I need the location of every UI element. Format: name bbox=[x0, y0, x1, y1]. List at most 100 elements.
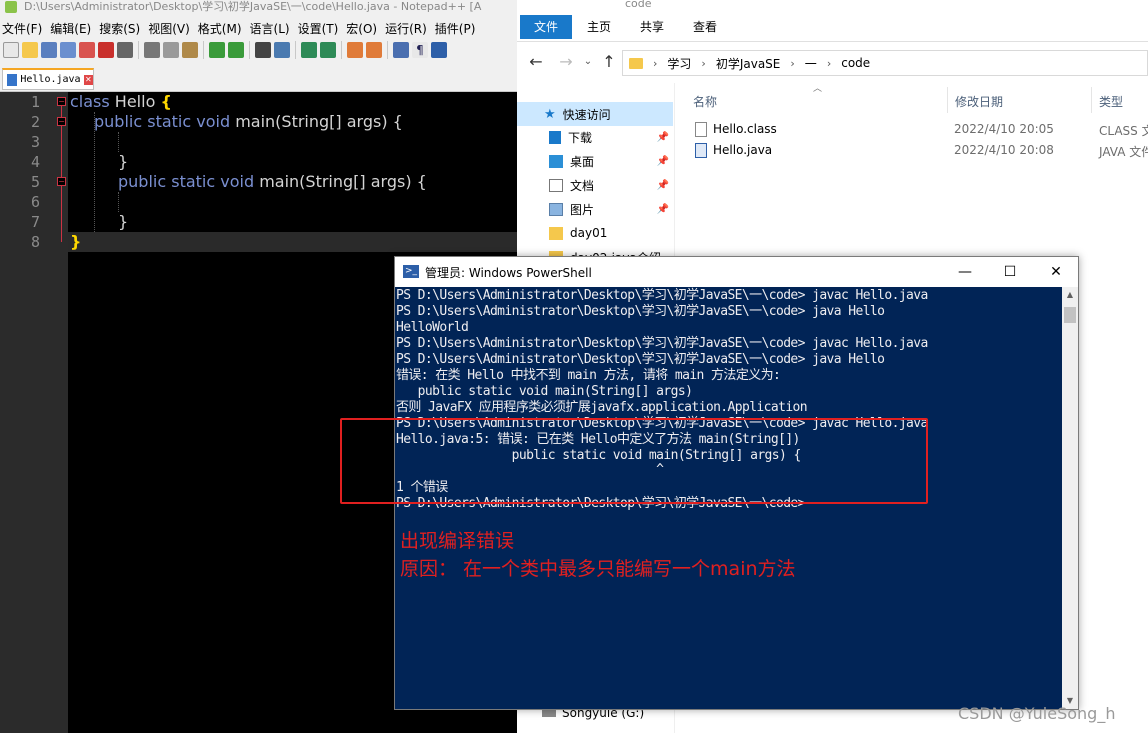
zoom-in-icon[interactable] bbox=[301, 42, 317, 58]
recent-dropdown-icon[interactable]: ⌄ bbox=[579, 52, 597, 72]
annotation-compile-error: 出现编译错误 bbox=[400, 530, 515, 552]
save-icon[interactable] bbox=[41, 42, 57, 58]
indent-guide bbox=[118, 192, 119, 212]
ribbon-tab-home[interactable]: 主页 bbox=[587, 15, 611, 39]
menu-edit[interactable]: 编辑(E) bbox=[48, 20, 97, 37]
close-button[interactable]: ✕ bbox=[1033, 260, 1079, 284]
breadcrumb-item[interactable]: 一 bbox=[805, 55, 817, 72]
show-all-chars-icon[interactable]: ¶ bbox=[412, 42, 428, 58]
ribbon-tab-share[interactable]: 共享 bbox=[640, 15, 664, 39]
close-all-icon[interactable] bbox=[98, 42, 114, 58]
tab-hello-java[interactable]: Hello.java ✕ bbox=[2, 68, 94, 90]
fold-marker-icon[interactable]: − bbox=[57, 97, 66, 106]
zoom-out-icon[interactable] bbox=[320, 42, 336, 58]
explorer-title-bar: code bbox=[517, 0, 1148, 12]
powershell-title-bar[interactable]: >_ 管理员: Windows PowerShell — ☐ ✕ bbox=[395, 257, 1078, 287]
powershell-icon: >_ bbox=[403, 265, 419, 278]
nav-item-documents[interactable]: 文档 📌 bbox=[549, 174, 673, 196]
open-folder-icon[interactable] bbox=[22, 42, 38, 58]
code-line-5: public static void main(String[] args) { bbox=[118, 172, 427, 192]
nav-item-label: 文档 bbox=[570, 178, 595, 193]
chevron-right-icon: › bbox=[701, 56, 706, 70]
console-line: PS D:\Users\Administrator\Desktop\学习\初学J… bbox=[396, 288, 928, 303]
breadcrumb-item[interactable]: 学习 bbox=[667, 55, 691, 72]
nav-item-day01[interactable]: day01 bbox=[549, 222, 673, 244]
menu-run[interactable]: 运行(R) bbox=[383, 20, 433, 37]
menu-settings[interactable]: 设置(T) bbox=[296, 20, 345, 37]
line-number: 3 bbox=[30, 133, 40, 151]
watermark: CSDN @YuleSong_h bbox=[958, 704, 1116, 723]
nav-item-desktop[interactable]: 桌面 📌 bbox=[549, 150, 673, 172]
star-icon: ★ bbox=[544, 106, 556, 122]
npp-menu-bar: 文件(F) 编辑(E) 搜索(S) 视图(V) 格式(M) 语言(L) 设置(T… bbox=[0, 18, 517, 38]
error-highlight-box bbox=[340, 418, 928, 504]
save-all-icon[interactable] bbox=[60, 42, 76, 58]
file-row[interactable]: Hello.class 2022/4/10 20:05 CLASS 文件 bbox=[695, 119, 1148, 140]
column-separator[interactable] bbox=[1091, 87, 1092, 113]
breadcrumb-item[interactable]: 初学JavaSE bbox=[716, 55, 781, 72]
indent-guide-icon[interactable] bbox=[431, 42, 447, 58]
fold-marker-icon[interactable]: − bbox=[57, 117, 66, 126]
sync-vertical-icon[interactable] bbox=[347, 42, 363, 58]
code-line-4: } bbox=[118, 152, 129, 171]
column-header-name[interactable]: 名称 bbox=[693, 93, 717, 110]
menu-file[interactable]: 文件(F) bbox=[0, 20, 48, 37]
find-icon[interactable] bbox=[255, 42, 271, 58]
scrollbar-thumb[interactable] bbox=[1064, 307, 1076, 323]
cut-icon[interactable] bbox=[144, 42, 160, 58]
file-row[interactable]: Hello.java 2022/4/10 20:08 JAVA 文件 bbox=[695, 140, 1148, 161]
breadcrumb-item[interactable]: code bbox=[841, 56, 870, 70]
word-wrap-icon[interactable] bbox=[393, 42, 409, 58]
close-file-icon[interactable] bbox=[79, 42, 95, 58]
ribbon-tab-file[interactable]: 文件 bbox=[520, 15, 572, 39]
copy-icon[interactable] bbox=[163, 42, 179, 58]
file-date: 2022/4/10 20:08 bbox=[954, 143, 1054, 157]
console-scrollbar[interactable]: ▲ ▼ bbox=[1062, 287, 1078, 709]
back-arrow-icon[interactable]: ← bbox=[527, 52, 545, 72]
nav-item-pictures[interactable]: 图片 📌 bbox=[549, 198, 673, 220]
forward-arrow-icon[interactable]: → bbox=[557, 52, 575, 72]
ribbon-tab-view[interactable]: 查看 bbox=[693, 15, 717, 39]
minimize-button[interactable]: — bbox=[942, 260, 988, 284]
undo-icon[interactable] bbox=[209, 42, 225, 58]
replace-icon[interactable] bbox=[274, 42, 290, 58]
console-line: PS D:\Users\Administrator\Desktop\学习\初学J… bbox=[396, 352, 885, 367]
column-header-date[interactable]: 修改日期 bbox=[955, 93, 1003, 110]
file-name: Hello.java bbox=[713, 143, 773, 157]
npp-toolbar: ¶ bbox=[0, 38, 517, 62]
menu-search[interactable]: 搜索(S) bbox=[97, 20, 146, 37]
code-keyword: public static void bbox=[94, 112, 231, 131]
toolbar-separator bbox=[203, 41, 204, 59]
code-line-2: public static void main(String[] args) { bbox=[94, 112, 403, 132]
menu-format[interactable]: 格式(M) bbox=[196, 20, 248, 37]
folder-icon bbox=[629, 57, 643, 69]
notepadpp-app-icon bbox=[5, 1, 17, 13]
fold-marker-icon[interactable]: − bbox=[57, 177, 66, 186]
nav-item-downloads[interactable]: 下载 📌 bbox=[549, 126, 673, 148]
column-header-type[interactable]: 类型 bbox=[1099, 93, 1123, 110]
nav-quick-access[interactable]: ★ 快速访问 bbox=[517, 102, 673, 126]
code-brace: { bbox=[160, 92, 172, 111]
menu-view[interactable]: 视图(V) bbox=[146, 20, 196, 37]
column-separator[interactable] bbox=[947, 87, 948, 113]
up-arrow-icon[interactable]: ↑ bbox=[600, 52, 618, 72]
line-number: 2 bbox=[30, 113, 40, 131]
chevron-right-icon: › bbox=[790, 56, 795, 70]
code-keyword: class bbox=[70, 92, 110, 111]
print-icon[interactable] bbox=[117, 42, 133, 58]
sync-horizontal-icon[interactable] bbox=[366, 42, 382, 58]
menu-language[interactable]: 语言(L) bbox=[248, 20, 296, 37]
java-file-icon bbox=[695, 143, 707, 158]
maximize-button[interactable]: ☐ bbox=[987, 260, 1033, 284]
paste-icon[interactable] bbox=[182, 42, 198, 58]
scroll-up-icon[interactable]: ▲ bbox=[1062, 287, 1078, 303]
redo-icon[interactable] bbox=[228, 42, 244, 58]
address-bar[interactable]: › 学习 › 初学JavaSE › 一 › code bbox=[622, 50, 1148, 76]
console-line: public static void main(String[] args) bbox=[396, 384, 693, 399]
indent-guide bbox=[118, 132, 119, 152]
menu-plugins[interactable]: 插件(P) bbox=[433, 20, 482, 37]
menu-macro[interactable]: 宏(O) bbox=[344, 20, 383, 37]
line-number: 7 bbox=[30, 213, 40, 231]
new-file-icon[interactable] bbox=[3, 42, 19, 58]
close-tab-icon[interactable]: ✕ bbox=[83, 74, 93, 85]
